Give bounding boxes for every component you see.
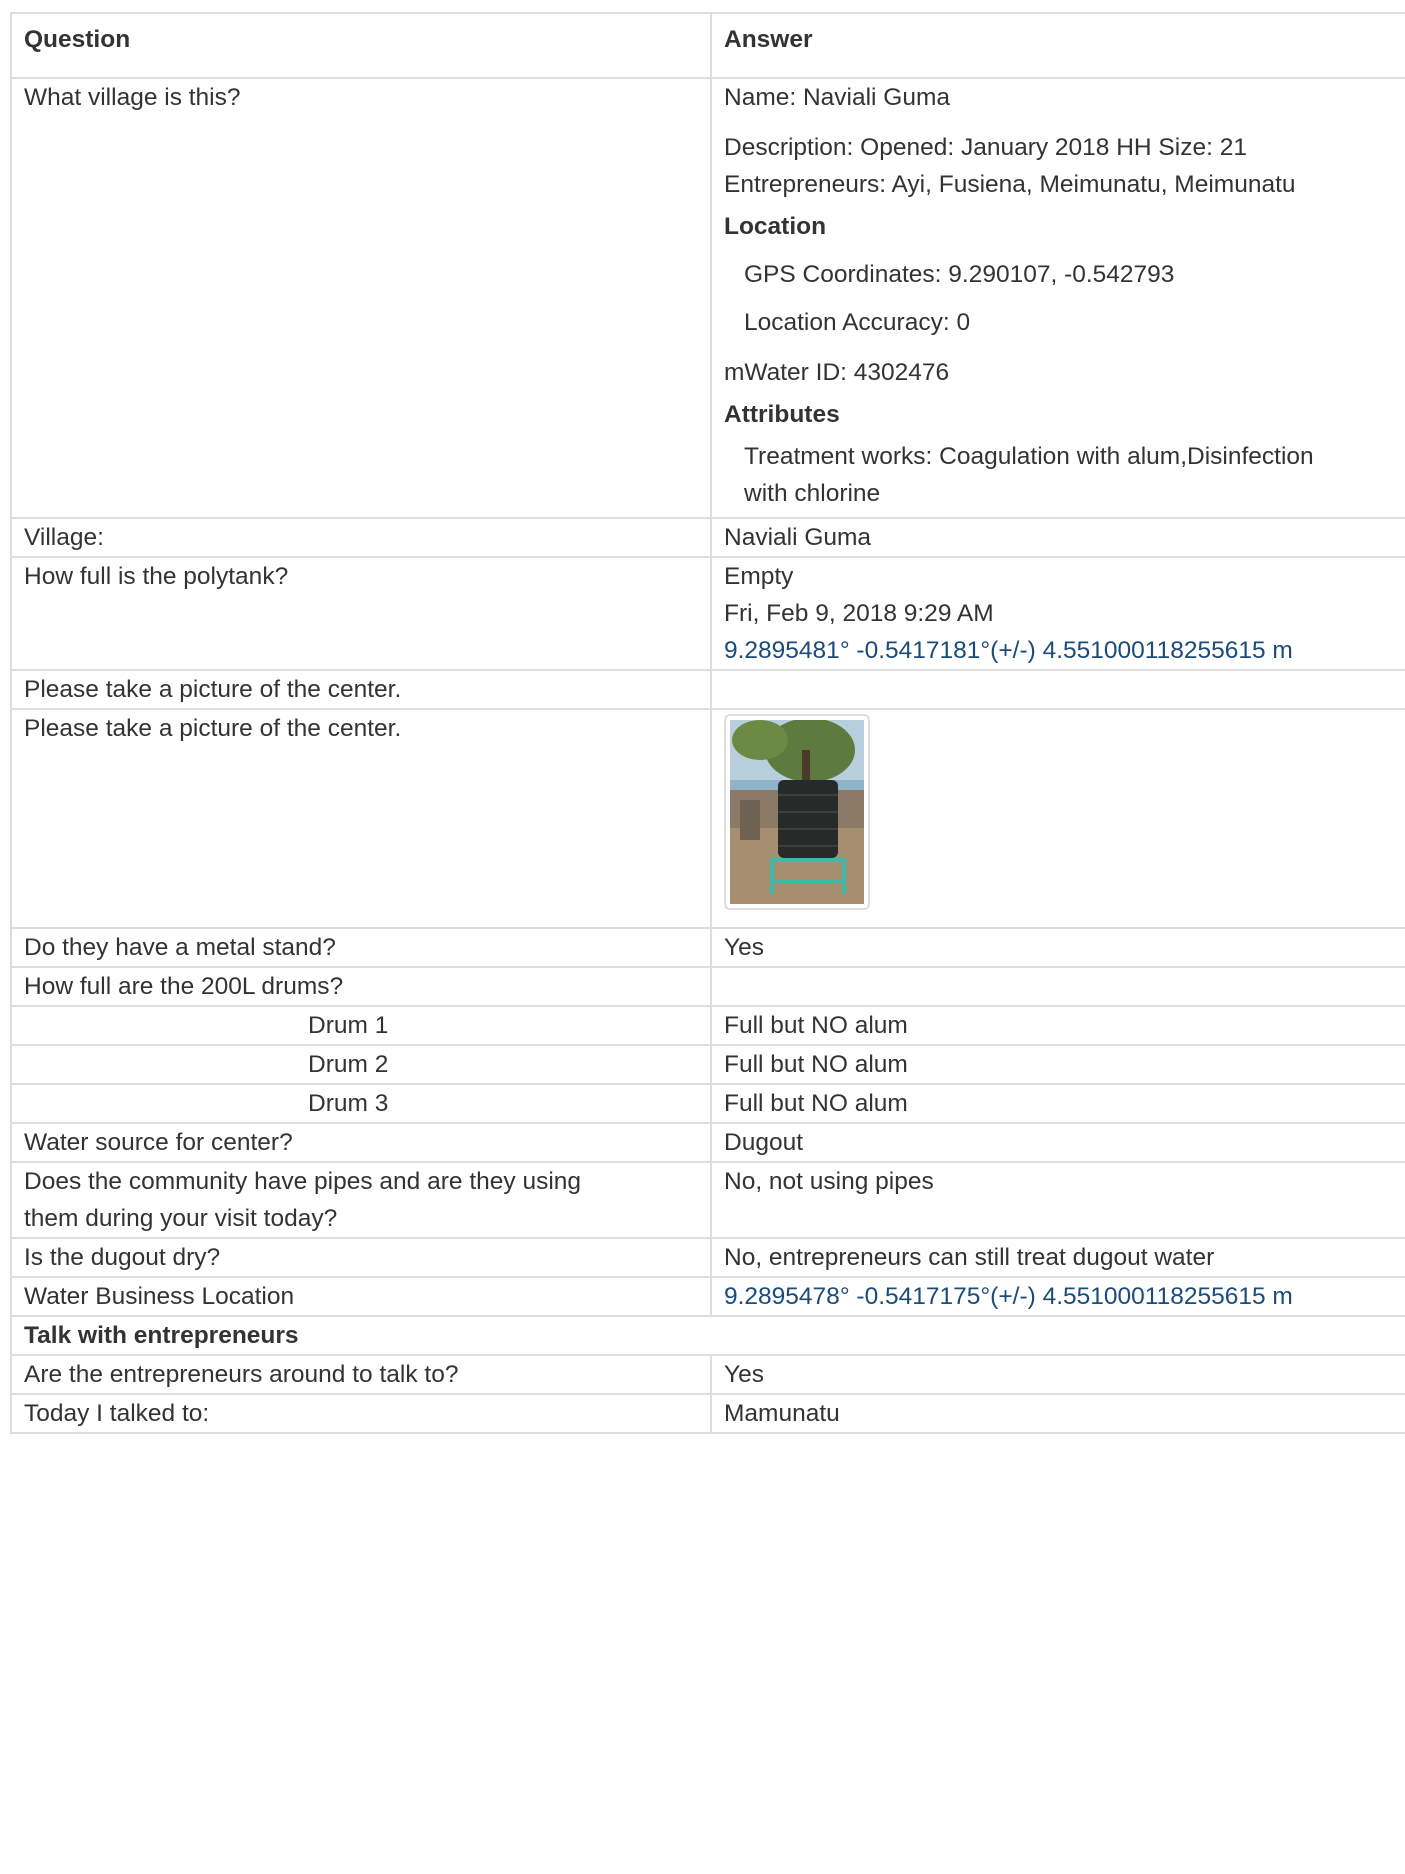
location-heading: Location — [724, 213, 827, 240]
gps-coordinates: GPS Coordinates: 9.290107, -0.542793 — [744, 261, 1175, 288]
question-line: them during your visit today? — [24, 1205, 338, 1232]
table-row: Please take a picture of the center. — [10, 669, 1405, 710]
answer-cell — [710, 669, 1405, 710]
answer-cell: No, entrepreneurs can still treat dugout… — [710, 1237, 1405, 1278]
question-cell: Are the entrepreneurs around to talk to? — [10, 1354, 712, 1395]
attributes-heading: Attributes — [724, 401, 840, 428]
answer-cell — [710, 966, 1405, 1007]
question-column-header: Question — [10, 12, 712, 79]
table-row: Water Business Location 9.2895478° -0.54… — [10, 1276, 1405, 1317]
answer-value: Empty — [724, 563, 794, 590]
answer-cell: No, not using pipes — [710, 1161, 1405, 1239]
answer-location-link[interactable]: 9.2895478° -0.5417175°(+/-) 4.5510001182… — [710, 1276, 1405, 1317]
table-row: Water source for center? Dugout — [10, 1122, 1405, 1163]
location-accuracy: Location Accuracy: 0 — [744, 309, 971, 336]
question-cell: Village: — [10, 517, 712, 558]
table-row: Drum 1 Full but NO alum — [10, 1005, 1405, 1046]
question-cell: Does the community have pipes and are th… — [10, 1161, 712, 1239]
answer-cell: Yes — [710, 1354, 1405, 1395]
photo-thumbnail[interactable] — [724, 714, 870, 910]
table-row: Drum 3 Full but NO alum — [10, 1083, 1405, 1124]
answer-location-link[interactable]: 9.2895481° -0.5417181°(+/-) 4.5510001182… — [724, 632, 1393, 669]
question-cell: How full is the polytank? — [10, 556, 712, 671]
question-cell: Please take a picture of the center. — [10, 708, 712, 929]
table-row: Today I talked to: Mamunatu — [10, 1393, 1405, 1434]
answer-cell: Full but NO alum — [710, 1044, 1405, 1085]
table-row: How full are the 200L drums? — [10, 966, 1405, 1007]
answer-cell: Yes — [710, 927, 1405, 968]
question-cell: Do they have a metal stand? — [10, 927, 712, 968]
table-row: What village is this? Name: Naviali Guma… — [10, 77, 1405, 519]
answer-cell: Dugout — [710, 1122, 1405, 1163]
table-header-row: Question Answer — [10, 12, 1405, 79]
answer-column-header: Answer — [710, 12, 1405, 79]
treatment-works: Treatment works: Coagulation with alum,D… — [744, 443, 1314, 470]
answer-timestamp: Fri, Feb 9, 2018 9:29 AM — [724, 600, 994, 627]
mwater-id: mWater ID: 4302476 — [724, 359, 950, 386]
answer-cell: Naviali Guma — [710, 517, 1405, 558]
site-answer-cell: Name: Naviali Guma Description: Opened: … — [710, 77, 1405, 519]
question-cell: Drum 2 — [10, 1044, 712, 1085]
question-cell: What village is this? — [10, 77, 712, 519]
question-cell: Is the dugout dry? — [10, 1237, 712, 1278]
table-row: How full is the polytank? Empty Fri, Feb… — [10, 556, 1405, 671]
section-heading: Talk with entrepreneurs — [10, 1315, 1405, 1356]
question-cell: Water Business Location — [10, 1276, 712, 1317]
polytank-photo-icon — [730, 720, 864, 904]
table-row: Village: Naviali Guma — [10, 517, 1405, 558]
site-name: Name: Naviali Guma — [724, 84, 951, 111]
answer-cell: Full but NO alum — [710, 1083, 1405, 1124]
answer-cell: Mamunatu — [710, 1393, 1405, 1434]
treatment-works-cont: with chlorine — [744, 480, 881, 507]
table-row: Do they have a metal stand? Yes — [10, 927, 1405, 968]
site-description-line: Description: Opened: January 2018 HH Siz… — [724, 134, 1247, 161]
table-row: Are the entrepreneurs around to talk to?… — [10, 1354, 1405, 1395]
table-row: Is the dugout dry? No, entrepreneurs can… — [10, 1237, 1405, 1278]
answer-cell — [710, 708, 1405, 929]
answer-cell: Full but NO alum — [710, 1005, 1405, 1046]
question-line: Does the community have pipes and are th… — [24, 1168, 582, 1195]
question-cell: Please take a picture of the center. — [10, 669, 712, 710]
answer-cell: Empty Fri, Feb 9, 2018 9:29 AM 9.2895481… — [710, 556, 1405, 671]
question-cell: Drum 1 — [10, 1005, 712, 1046]
table-row: Drum 2 Full but NO alum — [10, 1044, 1405, 1085]
table-row: Does the community have pipes and are th… — [10, 1161, 1405, 1239]
site-description-line: Entrepreneurs: Ayi, Fusiena, Meimunatu, … — [724, 171, 1296, 198]
response-table: Question Answer What village is this? Na… — [10, 12, 1405, 1434]
question-cell: Today I talked to: — [10, 1393, 712, 1434]
table-row: Please take a picture of the center. — [10, 708, 1405, 929]
question-cell: Water source for center? — [10, 1122, 712, 1163]
question-cell: How full are the 200L drums? — [10, 966, 712, 1007]
question-cell: Drum 3 — [10, 1083, 712, 1124]
section-header-row: Talk with entrepreneurs — [10, 1315, 1405, 1356]
